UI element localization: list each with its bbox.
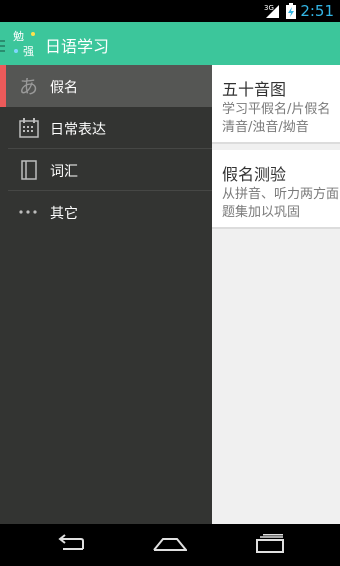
- drawer-item-label: 假名: [50, 80, 78, 96]
- drawer-item-other[interactable]: 其它: [0, 191, 212, 233]
- svg-text:勉: 勉: [13, 29, 24, 43]
- card-subtitle: 学习平假名/片假名: [222, 102, 331, 117]
- battery-icon: [286, 3, 296, 23]
- action-bar: 勉 强 日语学习: [0, 22, 340, 65]
- system-nav-bar: [0, 524, 340, 566]
- more-dots-icon: [18, 201, 40, 223]
- recent-apps-button-icon[interactable]: [254, 534, 286, 558]
- card-subtitle: 从拼音、听力两方面: [222, 187, 340, 202]
- drawer-item-label: 其它: [50, 206, 78, 222]
- svg-text:あ: あ: [19, 76, 38, 97]
- drawer-item-label: 日常表达: [50, 122, 106, 138]
- drawer-item-daily-expressions[interactable]: 日常表达: [0, 107, 212, 149]
- card-subtitle: 清音/浊音/拗音: [222, 120, 309, 135]
- kana-quiz-card[interactable]: 假名测验 从拼音、听力两方面 题集加以巩固: [212, 150, 340, 229]
- drawer-item-vocabulary[interactable]: 词汇: [0, 149, 212, 191]
- drawer-item-kana[interactable]: あ 假名: [0, 65, 212, 107]
- svg-text:3G: 3G: [264, 4, 274, 12]
- status-time: 2:51: [300, 2, 334, 20]
- home-button-icon[interactable]: [153, 534, 189, 558]
- app-logo[interactable]: 勉 强: [12, 27, 38, 59]
- drawer-indicator-icon[interactable]: [0, 37, 5, 56]
- status-bar: 3G 2:51: [0, 0, 340, 22]
- book-icon: [18, 159, 40, 181]
- svg-text:强: 强: [23, 45, 34, 58]
- app-title: 日语学习: [45, 37, 110, 56]
- card-title: 假名测验: [222, 165, 287, 184]
- card-subtitle: 题集加以巩固: [222, 205, 301, 220]
- hiragana-a-icon: あ: [18, 75, 40, 98]
- main-content: 五十音图 学习平假名/片假名 清音/浊音/拗音 假名测验 从拼音、听力两方面 题…: [212, 65, 340, 524]
- kana-chart-card[interactable]: 五十音图 学习平假名/片假名 清音/浊音/拗音: [212, 65, 340, 144]
- signal-icon: 3G: [264, 3, 280, 22]
- back-button-icon[interactable]: [55, 534, 87, 558]
- card-title: 五十音图: [222, 80, 287, 99]
- drawer-item-label: 词汇: [50, 164, 78, 180]
- navigation-drawer: あ 假名 日常表达 词汇 其它: [0, 65, 212, 524]
- calendar-icon: [18, 117, 40, 139]
- selection-accent: [0, 65, 6, 107]
